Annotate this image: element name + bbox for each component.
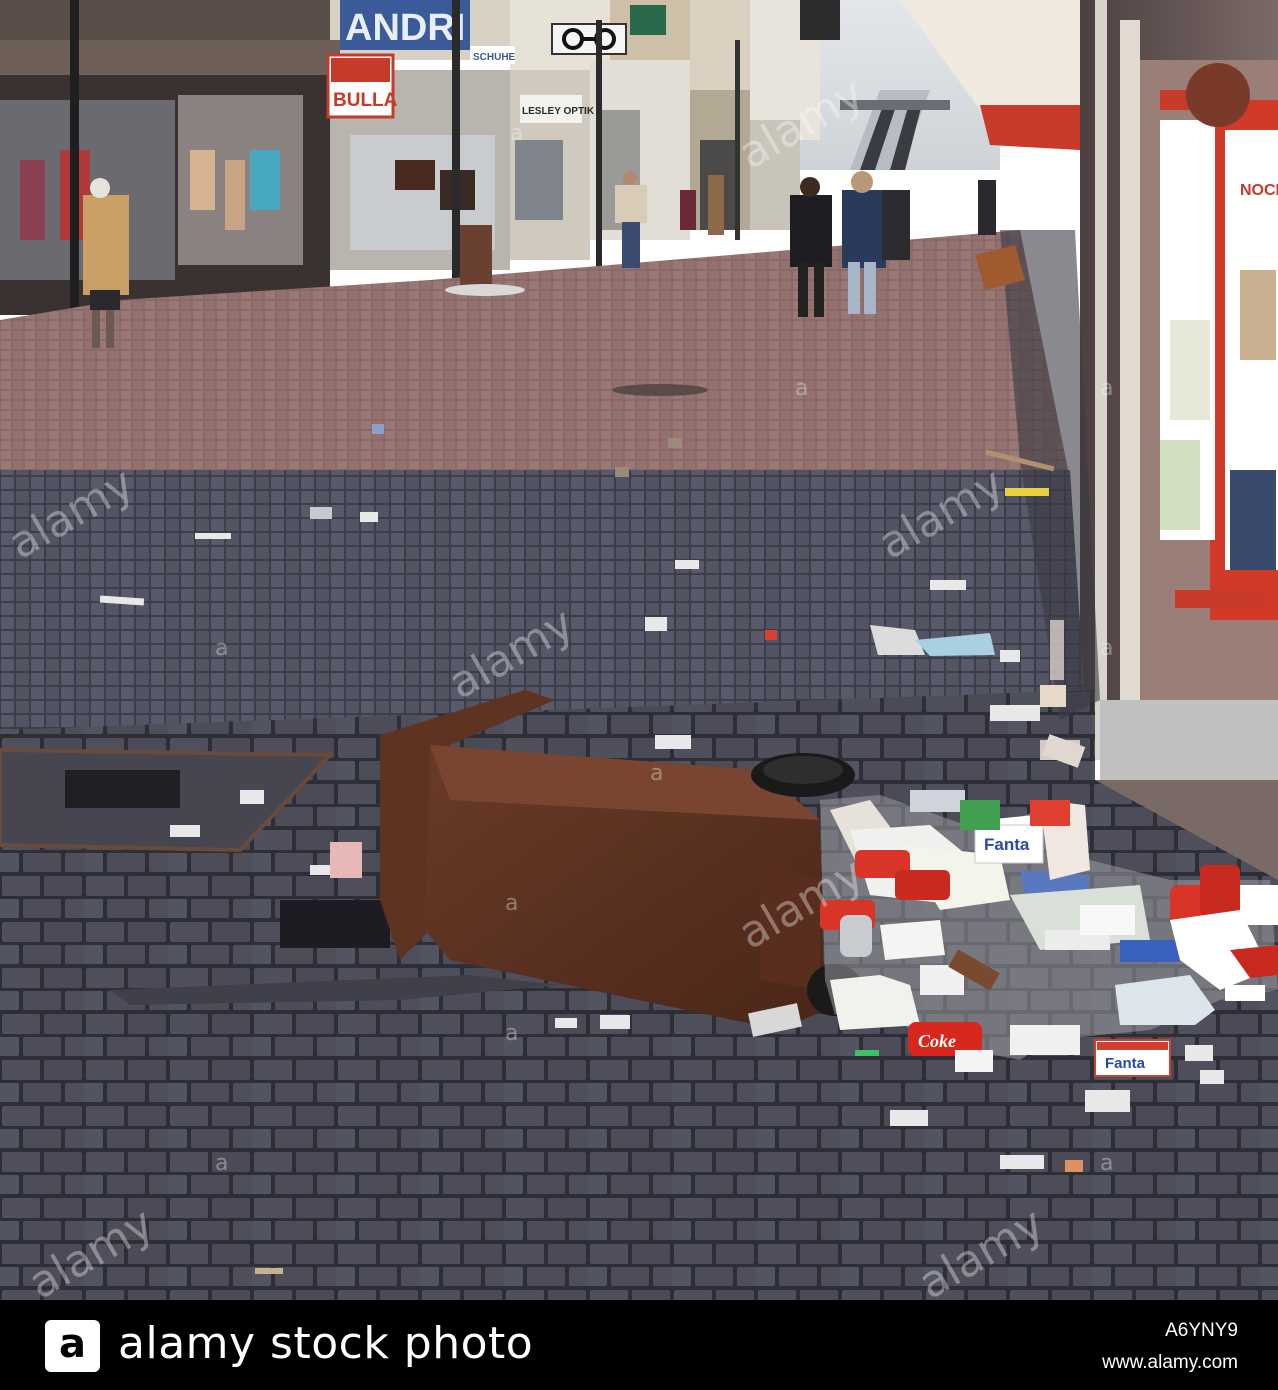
brand-text: alamy stock photo	[118, 1318, 534, 1369]
logo-letter: a	[59, 1321, 86, 1367]
watermark-mark: a	[215, 636, 228, 661]
coke-label: Coke	[918, 1031, 956, 1051]
watermark-mark: a	[505, 1021, 518, 1046]
site-url: www.alamy.com	[1102, 1352, 1238, 1373]
watermark-mark: a	[215, 1151, 228, 1176]
bulla-sign: BULLA	[333, 90, 398, 111]
lamp-post-center	[596, 20, 602, 270]
alamy-logo-icon: a	[45, 1320, 100, 1372]
watermark-mark: a	[505, 891, 518, 916]
watermark-mark: a	[1100, 376, 1113, 401]
schuhe-sign: SCHUHE	[473, 52, 516, 63]
fanta-label-2: Fanta	[1105, 1055, 1146, 1072]
stock-photo-footer: a alamy stock photo A6YNY9 www.alamy.com	[0, 1300, 1278, 1390]
image-id: A6YNY9	[1165, 1320, 1238, 1341]
watermark-mark: a	[1100, 636, 1113, 661]
street-photo: ANDRI BULLA SCHUHE LESLEY OPTIK NOC Fant…	[0, 0, 1278, 1300]
andri-sign: ANDRI	[345, 7, 465, 49]
noch-sign: NOCH	[1240, 182, 1278, 199]
watermark-mark: a	[795, 376, 808, 401]
lamp-post-mid	[452, 0, 460, 280]
lesley-sign: LESLEY OPTIK	[522, 106, 595, 117]
fanta-label-1: Fanta	[984, 835, 1030, 854]
watermark-mark: a	[510, 121, 523, 146]
watermark-mark: a	[650, 761, 663, 786]
green-sign	[630, 5, 666, 35]
watermark-mark: a	[1100, 1151, 1113, 1176]
lamp-post-left	[70, 0, 79, 360]
